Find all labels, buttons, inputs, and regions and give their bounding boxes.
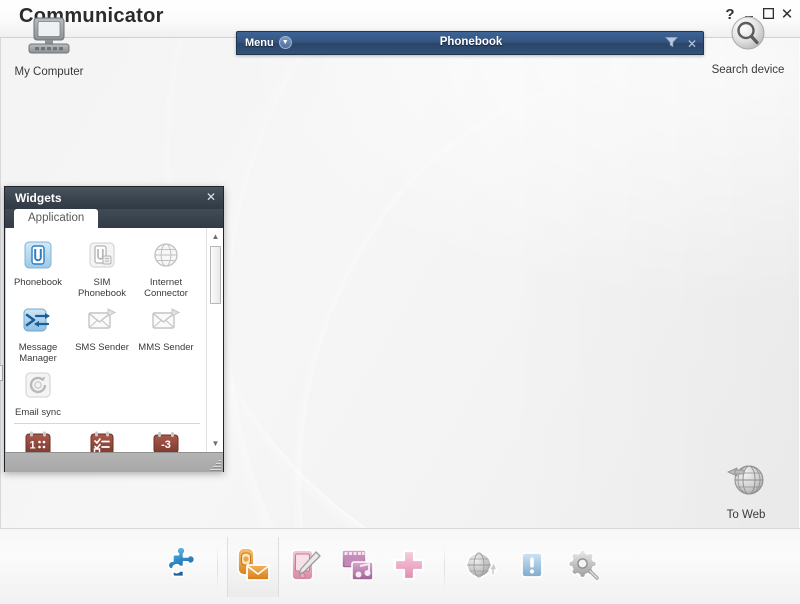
pda-stylus-icon <box>286 546 324 589</box>
svg-text:-3: -3 <box>161 439 171 451</box>
media-music-icon <box>338 546 376 589</box>
plus-icon <box>391 547 427 588</box>
widget-label: SMS Sender <box>75 342 129 353</box>
taskbar-to-web[interactable] <box>454 537 506 597</box>
bottom-taskbar <box>0 528 800 604</box>
widgets-list: Phonebook SIM Phonebook Internet Connect… <box>6 228 208 452</box>
widgets-tabbar: Application <box>5 209 223 228</box>
todo-icon <box>70 430 134 452</box>
filter-icon[interactable] <box>665 36 678 51</box>
background-window-sliver <box>0 365 3 381</box>
taskbar-group-2 <box>227 537 435 597</box>
taskbar-info[interactable] <box>506 537 558 597</box>
phonebook-window-titlebar: Menu ▼ Phonebook ✕ <box>236 31 704 55</box>
chevron-down-icon: ▼ <box>278 36 292 49</box>
desktop-icon-label: My Computer <box>14 66 84 78</box>
info-icon <box>516 549 548 586</box>
phonebook-title: Phonebook <box>439 36 503 48</box>
message-manager-icon <box>6 305 70 339</box>
widget-item-internet-connector[interactable]: Internet Connector <box>134 234 198 299</box>
scrollbar-thumb[interactable] <box>210 246 221 304</box>
desktop-icon-search-device[interactable]: Search device <box>700 10 796 77</box>
mms-sender-icon <box>134 305 198 339</box>
close-icon[interactable]: ✕ <box>206 190 216 204</box>
phonebook-icon <box>6 240 70 274</box>
widget-item-message-manager[interactable]: Message Manager <box>6 299 70 364</box>
widget-item-email-sync[interactable]: Email sync <box>6 364 70 418</box>
close-icon[interactable]: ✕ <box>687 37 697 51</box>
phone-mail-icon <box>233 545 273 590</box>
globe-arrow-icon <box>698 455 794 503</box>
menu-button[interactable]: Menu ▼ <box>245 36 292 49</box>
widget-label: MMS Sender <box>138 342 194 353</box>
dday-icon: -3 <box>134 430 198 452</box>
communicator-app: Communicator ? – ✕ My Computer Search de… <box>0 0 800 604</box>
gear-icon <box>566 547 602 588</box>
taskbar-group-1 <box>156 537 208 597</box>
taskbar-multimedia[interactable] <box>331 537 383 597</box>
scroll-up-icon[interactable]: ▲ <box>209 230 222 243</box>
widget-item-phonebook[interactable]: Phonebook <box>6 234 70 299</box>
phonebook-window-buttons: ✕ <box>665 36 697 51</box>
desktop-icon-label: To Web <box>726 509 766 521</box>
desktop-icon-label: Search device <box>711 64 785 76</box>
widgets-panel-title: Widgets <box>15 191 62 205</box>
sms-sender-icon <box>70 305 134 339</box>
taskbar-divider-1 <box>217 544 218 590</box>
widget-label: Phonebook <box>13 277 63 288</box>
computer-icon <box>1 12 97 60</box>
taskbar-widgets-launcher[interactable] <box>156 537 208 597</box>
taskbar-settings[interactable] <box>558 537 610 597</box>
puzzle-icon <box>163 545 201 589</box>
widgets-panel-footer <box>5 452 223 472</box>
widget-item-scheduler[interactable]: 1 Scheduler <box>6 424 70 452</box>
widget-label: Internet Connector <box>144 277 188 299</box>
widgets-list-area: Phonebook SIM Phonebook Internet Connect… <box>5 228 223 452</box>
menu-label: Menu <box>245 36 274 49</box>
widget-item-sim-phonebook[interactable]: SIM Phonebook <box>70 234 134 299</box>
widgets-scrollbar[interactable]: ▲ ▼ <box>206 228 223 452</box>
widget-label: Email sync <box>15 407 61 418</box>
scheduler-icon: 1 <box>6 430 70 452</box>
tab-application[interactable]: Application <box>14 209 99 228</box>
email-sync-icon <box>6 370 70 404</box>
widget-label: Message Manager <box>18 342 58 364</box>
svg-text:1: 1 <box>29 440 35 452</box>
desktop-icon-to-web[interactable]: To Web <box>698 455 794 522</box>
resize-grip-icon[interactable] <box>208 458 221 471</box>
scroll-down-icon[interactable]: ▼ <box>209 437 222 450</box>
widgets-panel: Widgets ✕ Application Phonebook SIM Phon… <box>4 186 224 472</box>
widget-item-sms-sender[interactable]: SMS Sender <box>70 299 134 364</box>
widget-item-dday[interactable]: -3 D-Day <box>134 424 198 452</box>
widgets-grid-group1: Phonebook SIM Phonebook Internet Connect… <box>6 234 208 418</box>
globe-up-icon <box>463 548 498 587</box>
widget-label: SIM Phonebook <box>77 277 127 299</box>
taskbar-add-item[interactable] <box>383 537 435 597</box>
desktop-icon-my-computer[interactable]: My Computer <box>1 12 97 79</box>
widgets-panel-header: Widgets ✕ <box>5 187 223 209</box>
taskbar-divider-2 <box>444 544 445 590</box>
widget-item-mms-sender[interactable]: MMS Sender <box>134 299 198 364</box>
widgets-grid-group2: 1 Scheduler <box>6 424 208 452</box>
widget-item-todo[interactable]: To Do <box>70 424 134 452</box>
globe-icon <box>134 240 198 274</box>
taskbar-device-manager[interactable] <box>279 537 331 597</box>
magnifier-icon <box>700 10 796 58</box>
taskbar-group-3 <box>454 537 610 597</box>
taskbar-phone-message[interactable] <box>227 537 279 597</box>
sim-phonebook-icon <box>70 240 134 274</box>
